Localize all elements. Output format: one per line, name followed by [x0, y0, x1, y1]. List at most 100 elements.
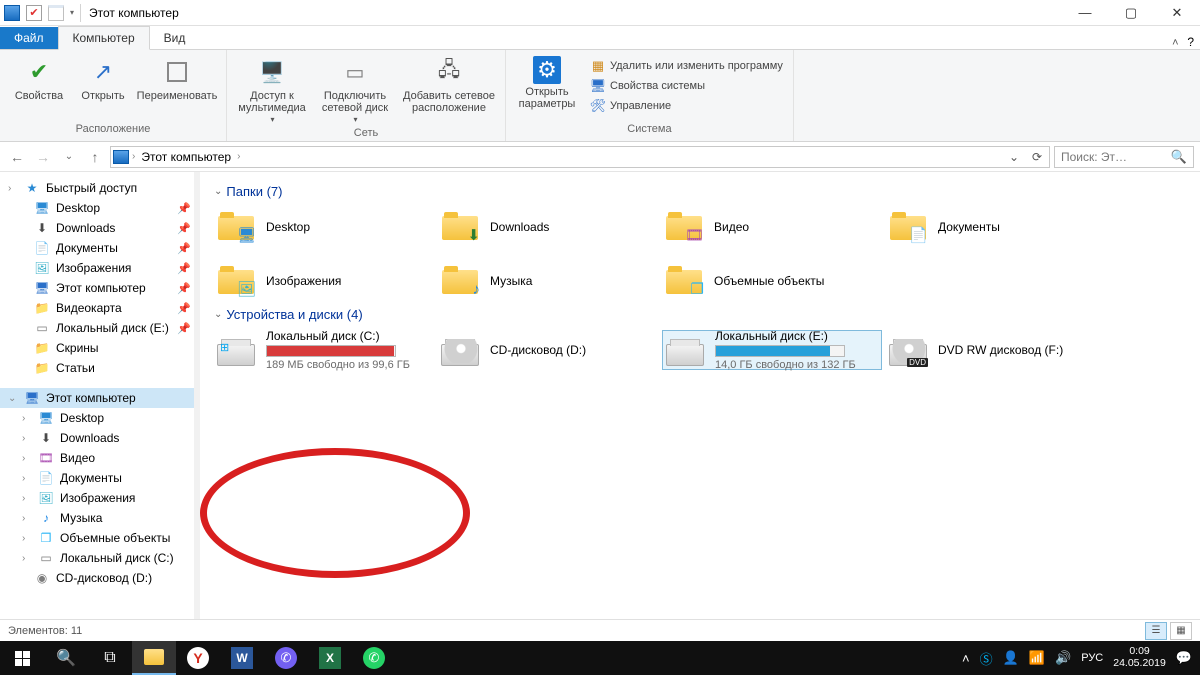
nav-screens[interactable]: 📁Скрины [0, 338, 199, 358]
chevron-right-icon[interactable]: › [22, 533, 32, 544]
chevron-right-icon[interactable]: › [132, 151, 135, 162]
ribbon-collapse-icon[interactable]: ˄ [1163, 37, 1187, 49]
nav-up-button[interactable]: ↑ [84, 146, 106, 168]
minimize-button[interactable]: — [1062, 0, 1108, 26]
taskbar-excel[interactable]: X [308, 641, 352, 675]
folder-documents[interactable]: 📄Документы [886, 207, 1106, 247]
taskbar-whatsapp[interactable]: ✆ [352, 641, 396, 675]
breadcrumb-root[interactable]: Этот компьютер [138, 150, 234, 164]
nav-music[interactable]: ›♪Музыка [0, 508, 199, 528]
search-button[interactable]: 🔍 [44, 641, 88, 675]
rename-button[interactable]: Переименовать [134, 54, 220, 104]
nav-local-e[interactable]: ▭Локальный диск (E:)📌 [0, 318, 199, 338]
label: Изображения [60, 491, 135, 505]
drive-f[interactable]: DVD DVD RW дисковод (F:) [886, 330, 1106, 370]
tray-volume-icon[interactable]: 🔊 [1055, 650, 1071, 666]
tray-people-icon[interactable]: 👤 [1003, 650, 1019, 666]
help-icon[interactable]: ? [1187, 35, 1194, 49]
nav-articles[interactable]: 📁Статьи [0, 358, 199, 378]
breadcrumb-box[interactable]: › Этот компьютер › ⌄ ⟳ [110, 146, 1050, 168]
chevron-right-icon[interactable]: › [22, 513, 32, 524]
chevron-down-icon[interactable]: ⌄ [8, 393, 18, 404]
qat-dropdown-icon[interactable]: ▾ [70, 8, 74, 17]
nav-desktop2[interactable]: ›🖥Desktop [0, 408, 199, 428]
nav-desktop[interactable]: 🖥Desktop📌 [0, 198, 199, 218]
view-details-button[interactable]: ☰ [1145, 622, 1167, 640]
tray-skype-icon[interactable]: Ⓢ [980, 649, 993, 668]
folder-downloads[interactable]: ⬇Downloads [438, 207, 658, 247]
media-access-button[interactable]: 🖥️ Доступ к мультимедиа▾ [233, 54, 311, 127]
nav-documents[interactable]: 📄Документы📌 [0, 238, 199, 258]
folder-images[interactable]: 🖼Изображения [214, 261, 434, 301]
tab-computer[interactable]: Компьютер [58, 26, 150, 50]
nav-back-button[interactable]: ← [6, 146, 28, 168]
search-input[interactable]: Поиск: Эт… 🔍 [1054, 146, 1194, 168]
address-dropdown-icon[interactable]: ⌄ [1004, 150, 1024, 164]
nav-videocard[interactable]: 📁Видеокарта📌 [0, 298, 199, 318]
qat-properties-icon[interactable]: ✔ [26, 5, 42, 21]
folder-video[interactable]: 🎞Видео [662, 207, 882, 247]
nav-images[interactable]: 🖼Изображения📌 [0, 258, 199, 278]
maximize-button[interactable]: ▢ [1108, 0, 1154, 26]
nav-cd-d[interactable]: ◉CD-дисковод (D:) [0, 568, 199, 588]
tray-notifications-icon[interactable]: 💬 [1176, 650, 1192, 666]
tab-file[interactable]: Файл [0, 27, 58, 49]
taskbar-explorer[interactable] [132, 641, 176, 675]
tray-language[interactable]: РУС [1081, 652, 1103, 664]
tray-wifi-icon[interactable]: 📶 [1029, 650, 1045, 666]
nav-recent-dropdown[interactable]: ⌄ [58, 146, 80, 168]
chevron-right-icon[interactable]: › [22, 413, 32, 424]
nav-video[interactable]: ›🎞Видео [0, 448, 199, 468]
taskbar-yandex[interactable]: Y [176, 641, 220, 675]
add-network-location-button[interactable]: 🖧 Добавить сетевое расположение [399, 54, 499, 127]
drive-d[interactable]: CD-дисковод (D:) [438, 330, 658, 370]
properties-button[interactable]: ✔ Свойства [6, 54, 72, 104]
navigation-pane[interactable]: ›★Быстрый доступ 🖥Desktop📌 ⬇Downloads📌 📄… [0, 172, 200, 619]
section-drives-header[interactable]: ⌄ Устройства и диски (4) [214, 301, 1186, 330]
taskbar-viber[interactable]: ✆ [264, 641, 308, 675]
task-view-button[interactable]: ⧉ [88, 641, 132, 675]
chevron-right-icon[interactable]: › [22, 473, 32, 484]
documents-icon: 📄 [38, 470, 54, 486]
nav-forward-button[interactable]: → [32, 146, 54, 168]
drive-c[interactable]: ⊞ Локальный диск (C:) 189 МБ свободно из… [214, 330, 434, 370]
open-button[interactable]: ↗ Открыть [76, 54, 130, 104]
nav-3dobjects[interactable]: ›❒Объемные объекты [0, 528, 199, 548]
uninstall-button[interactable]: ▦ Удалить или изменить программу [586, 56, 787, 76]
nav-downloads2[interactable]: ›⬇Downloads [0, 428, 199, 448]
nav-images2[interactable]: ›🖼Изображения [0, 488, 199, 508]
chevron-right-icon[interactable]: › [8, 183, 18, 194]
start-button[interactable] [0, 641, 44, 675]
drive-e[interactable]: Локальный диск (E:) 14,0 ГБ свободно из … [662, 330, 882, 370]
section-folders-header[interactable]: ⌄ Папки (7) [214, 178, 1186, 207]
chevron-right-icon[interactable]: › [22, 493, 32, 504]
folder-music[interactable]: ♪Музыка [438, 261, 658, 301]
tray-chevron-up-icon[interactable]: ˄ [962, 651, 970, 666]
system-icon[interactable] [4, 5, 20, 21]
system-properties-button[interactable]: 🖥 Свойства системы [586, 76, 787, 96]
nav-quick-access[interactable]: ›★Быстрый доступ [0, 178, 199, 198]
nav-downloads[interactable]: ⬇Downloads📌 [0, 218, 199, 238]
map-drive-icon: ▭ [339, 56, 371, 88]
map-drive-button[interactable]: ▭ Подключить сетевой диск▾ [315, 54, 395, 127]
chevron-right-icon[interactable]: › [22, 553, 32, 564]
close-button[interactable]: ✕ [1154, 0, 1200, 26]
content-pane[interactable]: ⌄ Папки (7) 🖥Desktop ⬇Downloads 🎞Видео 📄… [200, 172, 1200, 619]
tab-view[interactable]: Вид [150, 27, 200, 49]
refresh-button[interactable]: ⟳ [1027, 150, 1047, 164]
chevron-right-icon[interactable]: › [22, 453, 32, 464]
open-settings-button[interactable]: ⚙ Открыть параметры [512, 54, 582, 116]
manage-button[interactable]: 🛠 Управление [586, 96, 787, 116]
nav-thispc-pin[interactable]: 🖥Этот компьютер📌 [0, 278, 199, 298]
taskbar-word[interactable]: W [220, 641, 264, 675]
nav-local-c[interactable]: ›▭Локальный диск (C:) [0, 548, 199, 568]
nav-this-pc[interactable]: ⌄🖥Этот компьютер [0, 388, 199, 408]
view-large-button[interactable]: ▦ [1170, 622, 1192, 640]
qat-newfolder-icon[interactable] [48, 5, 64, 21]
folder-desktop[interactable]: 🖥Desktop [214, 207, 434, 247]
chevron-right-icon[interactable]: › [22, 433, 32, 444]
folder-3dobjects[interactable]: ❒Объемные объекты [662, 261, 882, 301]
chevron-right-icon[interactable]: › [237, 151, 240, 162]
nav-documents2[interactable]: ›📄Документы [0, 468, 199, 488]
tray-clock[interactable]: 0:09 24.05.2019 [1113, 646, 1166, 669]
